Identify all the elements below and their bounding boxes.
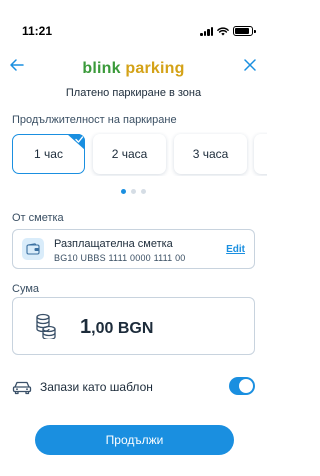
cellular-signal-icon: [200, 26, 213, 36]
header: blink parking Платено паркиране в зона: [0, 50, 267, 106]
page-subtitle: Платено паркиране в зона: [65, 87, 202, 99]
account-section-label: От сметка: [12, 212, 64, 224]
duration-label: Продължителност на паркиране: [12, 114, 177, 126]
logo-text-parking: parking: [125, 60, 185, 77]
coins-icon: [36, 313, 56, 339]
amount-section-label: Сума: [12, 283, 40, 295]
logo-text-blink: blink: [82, 60, 121, 77]
amount-whole: 1: [80, 316, 92, 338]
account-name: Разплащателна сметка: [54, 238, 173, 250]
edit-account-link[interactable]: Edit: [226, 244, 245, 255]
duration-option-label: 1 час: [34, 147, 63, 161]
carousel-pagination: [0, 189, 267, 194]
pagination-dot[interactable]: [131, 189, 136, 194]
close-icon[interactable]: [241, 56, 259, 74]
save-template-label: Запази като шаблон: [40, 380, 153, 394]
app-logo: blink parking: [0, 60, 267, 78]
car-icon: [12, 381, 32, 395]
pagination-dot[interactable]: [141, 189, 146, 194]
toggle-knob: [239, 379, 253, 393]
battery-fill: [235, 28, 250, 34]
status-bar: 11:21: [0, 0, 267, 44]
amount-card: 1,00 BGN: [12, 297, 255, 355]
account-card[interactable]: Разплащателна сметка BG10 UBBS 1111 0000…: [12, 229, 255, 269]
status-icons: [200, 26, 256, 36]
save-template-toggle[interactable]: [229, 377, 255, 395]
duration-option-4-partial[interactable]: [254, 134, 267, 174]
amount-decimal-currency: ,00 BGN: [91, 320, 154, 337]
wallet-icon: [22, 238, 44, 260]
continue-button[interactable]: Продължи: [35, 425, 234, 455]
duration-option-1[interactable]: 1 час: [12, 134, 85, 174]
pagination-dot[interactable]: [121, 189, 126, 194]
duration-option-label: 2 часа: [111, 147, 148, 161]
amount-value: 1,00 BGN: [80, 316, 153, 339]
battery-icon: [233, 26, 256, 36]
duration-option-3[interactable]: 3 часа: [174, 134, 247, 174]
wifi-icon: [217, 26, 229, 35]
duration-carousel[interactable]: 1 час 2 часа 3 часа: [12, 132, 267, 176]
duration-option-2[interactable]: 2 часа: [93, 134, 166, 174]
account-iban: BG10 UBBS 1111 0000 1111 00: [54, 253, 186, 263]
selected-check-icon: [67, 134, 85, 150]
status-time: 11:21: [22, 24, 53, 38]
save-template-row: Запази като шаблон: [12, 376, 257, 398]
duration-option-label: 3 часа: [192, 147, 229, 161]
